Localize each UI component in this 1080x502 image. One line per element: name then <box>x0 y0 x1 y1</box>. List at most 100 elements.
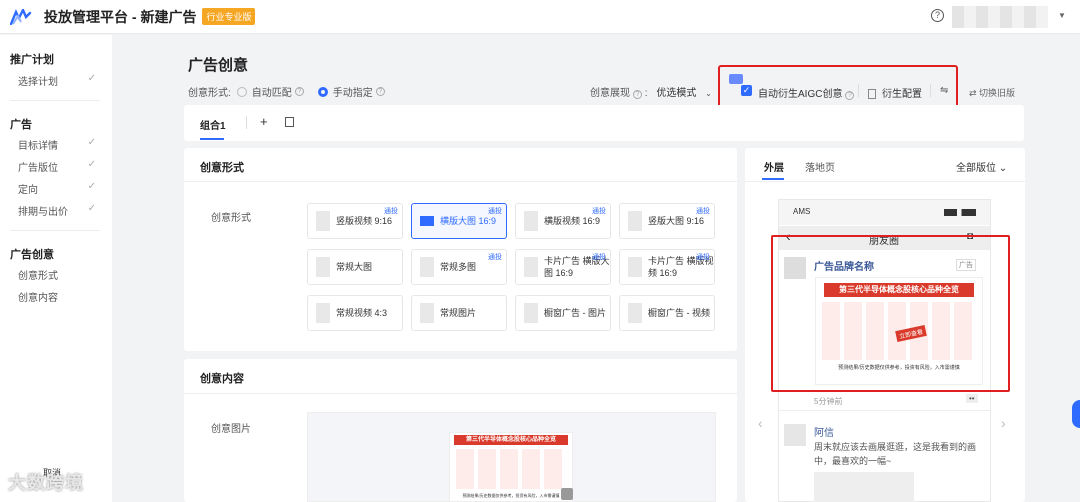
derive-config-label: 衍生配置 <box>882 89 922 100</box>
creative-mode-label: 创意形式: <box>188 88 231 99</box>
creative-content-title: 创意内容 <box>200 373 244 385</box>
placement-select-value: 全部版位 <box>956 163 996 174</box>
creative-form-card-label: 橱窗广告 - 图片 <box>544 308 606 318</box>
sidebar-item-label: 定向 <box>18 185 38 196</box>
universal-tag: 通投 <box>592 254 606 261</box>
creative-form-card[interactable]: 卡片广告 横版大图 16:9 通投 <box>515 249 611 285</box>
creative-form-card-label: 常规大图 <box>336 262 373 272</box>
aigc-checkbox[interactable]: ✓ <box>741 85 752 96</box>
info-icon[interactable]: ? <box>633 90 642 99</box>
universal-tag: 通投 <box>488 254 502 261</box>
floating-help-button[interactable] <box>1072 400 1080 428</box>
infographic-headline: 第三代半导体概念股核心品种全览 <box>454 435 568 445</box>
creative-form-card[interactable]: 横版视频 16:9 通投 <box>515 203 611 239</box>
sidebar-item-label: 排期与出价 <box>18 207 68 218</box>
more-icon: •• <box>966 394 978 403</box>
universal-tag: 通投 <box>696 208 710 215</box>
creative-form-title: 创意形式 <box>200 162 244 174</box>
divider <box>930 84 931 97</box>
placement-select[interactable]: 全部版位 ⌄ <box>956 159 1007 174</box>
creative-form-card-label: 横版视频 16:9 <box>544 216 601 226</box>
combo-tabs-bar <box>184 105 1024 141</box>
sidebar-item-target[interactable]: 目标详情 ✓ <box>18 137 96 152</box>
sidebar-item-placement[interactable]: 广告版位 ✓ <box>18 159 96 174</box>
format-thumbnail-icon <box>524 211 538 231</box>
radio-auto-label[interactable]: 自动匹配 <box>252 84 292 99</box>
info-icon[interactable]: ? <box>845 91 855 100</box>
divider <box>858 84 859 97</box>
radio-manual[interactable] <box>317 86 328 97</box>
info-icon[interactable]: ? <box>294 87 304 96</box>
check-icon: ✓ <box>87 73 96 84</box>
divider <box>184 393 737 394</box>
creative-form-card-label: 常规多图 <box>440 262 477 272</box>
universal-tag: 通投 <box>384 208 398 215</box>
creative-form-card[interactable]: 常规图片 <box>411 295 507 331</box>
prev-arrow-icon[interactable]: ‹ <box>758 415 763 431</box>
switch-old-version-link[interactable]: ⇄ 切换旧版 <box>969 86 1015 99</box>
add-combo-icon[interactable]: + <box>260 114 268 129</box>
chevron-down-icon: ⌄ <box>998 163 1008 174</box>
creative-form-card[interactable]: 横版大图 16:9 通投 <box>411 203 507 239</box>
sidebar-item-label: 创意形式 <box>18 271 58 282</box>
sliders-icon[interactable]: ⇋ <box>940 85 948 96</box>
radio-manual-label[interactable]: 手动指定 <box>333 84 373 99</box>
format-thumbnail-icon <box>524 303 538 323</box>
derive-config-button[interactable]: 衍生配置 <box>868 85 922 100</box>
sidebar-item-creative-content[interactable]: 创意内容 <box>18 289 96 304</box>
sidebar-item-label: 广告版位 <box>18 163 58 174</box>
aigc-label-text: 自动衍生AIGC创意 <box>758 89 843 100</box>
edit-image-icon[interactable] <box>561 488 573 500</box>
sidebar-item-targeting[interactable]: 定向 ✓ <box>18 181 96 196</box>
page-title: 广告创意 <box>188 57 249 74</box>
creative-image-label: 创意图片 <box>211 424 251 435</box>
info-icon[interactable]: ? <box>375 87 385 96</box>
chevron-down-icon[interactable]: ▼ <box>1058 11 1066 20</box>
creative-form-card[interactable]: 常规大图 <box>307 249 403 285</box>
universal-tag: 通投 <box>488 208 502 215</box>
creative-form-card[interactable]: 竖版视频 9:16 通投 <box>307 203 403 239</box>
carrier-text: AMS <box>793 207 811 216</box>
creative-form-card[interactable]: 橱窗广告 - 视频 <box>619 295 715 331</box>
app-logo-icon <box>10 8 32 25</box>
tab-landing[interactable]: 落地页 <box>805 159 835 174</box>
display-mode[interactable]: 创意展现? : 优选模式 ⌄ <box>590 84 712 99</box>
aigc-label[interactable]: 自动衍生AIGC创意? <box>758 85 855 100</box>
copy-icon[interactable] <box>285 117 294 127</box>
display-mode-label: 创意展现 <box>590 88 630 99</box>
format-thumbnail-icon <box>420 257 434 277</box>
check-icon: ✓ <box>87 203 96 214</box>
creative-form-card[interactable]: 竖版大图 9:16 通投 <box>619 203 715 239</box>
help-icon[interactable]: ? <box>931 9 944 22</box>
divider <box>246 116 247 129</box>
display-mode-value[interactable]: 优选模式 <box>656 88 696 99</box>
sidebar-item-creative-form[interactable]: 创意形式 <box>18 267 96 282</box>
format-thumbnail-icon <box>628 303 642 323</box>
format-thumbnail-icon <box>316 211 330 231</box>
user-avatar[interactable] <box>952 6 1048 28</box>
sidebar-group-plan: 推广计划 <box>10 54 54 66</box>
post-time: 5分钟前 <box>814 397 843 406</box>
next-arrow-icon[interactable]: › <box>1001 415 1006 431</box>
sidebar-divider <box>10 230 100 231</box>
creative-form-card[interactable]: 常规多图 通投 <box>411 249 507 285</box>
tab-combo-1[interactable]: 组合1 <box>200 117 226 132</box>
sidebar-item-label: 选择计划 <box>18 77 58 88</box>
active-tab-underline <box>762 178 784 180</box>
check-icon: ✓ <box>87 181 96 192</box>
sidebar-item-schedule[interactable]: 排期与出价 ✓ <box>18 203 96 218</box>
format-thumbnail-icon <box>420 303 434 323</box>
creative-form-card-label: 竖版视频 9:16 <box>336 216 393 226</box>
sidebar-divider <box>10 100 100 101</box>
sidebar-item-select-plan[interactable]: 选择计划 ✓ <box>18 73 96 88</box>
creative-form-card[interactable]: 卡片广告 横版视频 16:9 通投 <box>619 249 715 285</box>
comment-avatar <box>784 424 806 446</box>
chevron-down-icon[interactable]: ⌄ <box>705 89 712 98</box>
creative-form-card[interactable]: 常规视频 4:3 <box>307 295 403 331</box>
comment-text: 周末就应该去画展逛逛，这是我看到的画中，最喜欢的一幅~ <box>814 442 977 466</box>
format-thumbnail-icon <box>316 303 330 323</box>
creative-form-card[interactable]: 橱窗广告 - 图片 <box>515 295 611 331</box>
divider <box>745 181 1025 182</box>
tab-outer[interactable]: 外层 <box>764 159 784 174</box>
radio-auto[interactable] <box>236 86 247 97</box>
